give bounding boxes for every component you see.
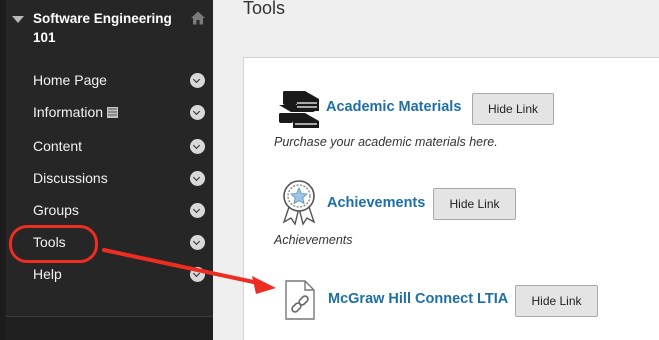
nav-item-label-wrap: Information xyxy=(33,103,119,121)
home-icon[interactable] xyxy=(190,10,206,26)
hide-link-button[interactable]: Hide Link xyxy=(472,93,554,125)
award-ribbon-icon xyxy=(282,180,316,226)
chevron-down-icon[interactable] xyxy=(190,105,205,120)
nav-item-label: Help xyxy=(33,266,62,282)
tool-link-achievements[interactable]: Achievements xyxy=(327,194,425,212)
collapse-caret-icon[interactable] xyxy=(12,16,24,23)
tool-link-mcgraw-hill-connect-ltia[interactable]: McGraw Hill Connect LTIA xyxy=(328,290,508,308)
course-sidebar: Software Engineering 101 Home Page Infor… xyxy=(0,0,213,340)
chevron-down-icon[interactable] xyxy=(190,73,205,88)
nav-item-discussions[interactable]: Discussions xyxy=(6,162,213,194)
tool-description: Purchase your academic materials here. xyxy=(274,135,498,149)
link-document-icon xyxy=(285,280,315,320)
chevron-down-icon[interactable] xyxy=(190,235,205,250)
nav-item-label: Discussions xyxy=(33,170,108,186)
nav-item-content[interactable]: Content xyxy=(6,130,213,162)
document-grid-icon xyxy=(107,107,119,118)
books-icon xyxy=(279,91,319,128)
nav-item-label: Groups xyxy=(33,202,79,218)
tools-panel: Academic Materials Hide Link Purchase yo… xyxy=(243,57,659,340)
nav-item-home-page[interactable]: Home Page xyxy=(6,64,213,96)
nav-item-label: Content xyxy=(33,138,83,154)
hide-link-button[interactable]: Hide Link xyxy=(433,188,516,220)
sidebar-footer xyxy=(6,317,213,340)
hide-link-button[interactable]: Hide Link xyxy=(515,285,598,317)
page-title: Tools xyxy=(243,0,286,18)
tool-description: Achievements xyxy=(274,233,353,247)
nav-item-groups[interactable]: Groups xyxy=(6,194,213,226)
nav-item-label: Home Page xyxy=(33,72,107,88)
course-title[interactable]: Software Engineering 101 xyxy=(33,9,183,47)
chevron-down-icon[interactable] xyxy=(190,171,205,186)
nav-item-information[interactable]: Information xyxy=(6,96,213,128)
tool-link-academic-materials[interactable]: Academic Materials xyxy=(326,98,461,116)
nav-item-label: Information xyxy=(33,104,104,120)
chevron-down-icon[interactable] xyxy=(190,203,205,218)
chevron-down-icon[interactable] xyxy=(190,267,205,282)
chevron-down-icon[interactable] xyxy=(190,139,205,154)
highlight-oval xyxy=(9,225,98,263)
